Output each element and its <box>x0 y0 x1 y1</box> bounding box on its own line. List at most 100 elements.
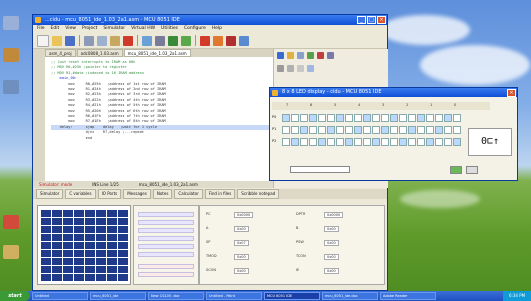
register-row[interactable] <box>138 272 194 277</box>
iram-cell[interactable] <box>96 266 106 273</box>
bit-toggle[interactable] <box>453 114 461 122</box>
code-line[interactable]: end <box>51 136 273 141</box>
register-row[interactable] <box>138 228 194 233</box>
bit-toggle[interactable] <box>327 126 335 134</box>
bit-toggle[interactable] <box>318 138 326 146</box>
bit-toggle[interactable] <box>381 114 389 122</box>
bit-toggle[interactable] <box>444 138 452 146</box>
menu-project[interactable]: Project <box>82 25 97 33</box>
led-window-title-bar[interactable]: 8 x 8 LED display - cidu - MCU 8051 IDE … <box>270 88 517 97</box>
bit-toggle[interactable] <box>435 126 443 134</box>
iram-cell[interactable] <box>96 218 106 225</box>
bit-toggle[interactable] <box>372 114 380 122</box>
iram-cell[interactable] <box>85 218 95 225</box>
bit-toggle[interactable] <box>426 126 434 134</box>
iram-cell[interactable] <box>41 226 51 233</box>
iram-cell[interactable] <box>96 250 106 257</box>
iram-cell[interactable] <box>118 242 128 249</box>
iram-cell[interactable] <box>41 274 51 281</box>
iram-cell[interactable] <box>96 234 106 241</box>
iram-cell[interactable] <box>74 242 84 249</box>
taskbar-button[interactable]: MCU 8051 IDE <box>264 292 320 300</box>
desktop-icon[interactable] <box>3 215 19 229</box>
bit-toggle[interactable] <box>327 114 335 122</box>
bit-toggle[interactable] <box>417 114 425 122</box>
register-row[interactable] <box>138 244 194 249</box>
save-icon[interactable] <box>65 35 75 46</box>
bit-toggle[interactable] <box>399 126 407 134</box>
bit-toggle[interactable] <box>390 126 398 134</box>
iram-cell[interactable] <box>52 234 62 241</box>
compile-icon[interactable] <box>123 35 133 46</box>
iram-cell[interactable] <box>52 218 62 225</box>
register-row[interactable] <box>138 236 194 241</box>
iram-cell[interactable] <box>63 210 73 217</box>
bit-toggle[interactable] <box>381 138 389 146</box>
register-row[interactable] <box>138 264 194 269</box>
bit-toggle[interactable] <box>426 138 434 146</box>
iram-cell[interactable] <box>41 250 51 257</box>
led-config-input[interactable] <box>290 166 350 173</box>
iram-cell[interactable] <box>118 218 128 225</box>
settings-icon[interactable] <box>239 35 249 46</box>
iram-cell[interactable] <box>74 218 84 225</box>
taskbar-button[interactable]: Untitled <box>32 292 88 300</box>
find-icon[interactable] <box>142 35 152 46</box>
taskbar-button[interactable]: Adobe Reader <box>380 292 436 300</box>
bit-toggle[interactable] <box>408 114 416 122</box>
bit-toggle[interactable] <box>291 114 299 122</box>
bit-toggle[interactable] <box>282 114 290 122</box>
tool-icon[interactable] <box>287 52 294 59</box>
iram-cell[interactable] <box>52 250 62 257</box>
bit-toggle[interactable] <box>345 138 353 146</box>
sfr-value[interactable]: 0x0000 <box>234 212 254 218</box>
bit-toggle[interactable] <box>309 138 317 146</box>
iram-cell[interactable] <box>74 274 84 281</box>
iram-cell[interactable] <box>63 266 73 273</box>
bit-toggle[interactable] <box>444 114 452 122</box>
tool-icon[interactable] <box>297 52 304 59</box>
tab-messages[interactable]: Messages <box>123 189 151 199</box>
iram-cell[interactable] <box>52 266 62 273</box>
iram-hex-grid[interactable] <box>37 205 131 285</box>
iram-cell[interactable] <box>85 242 95 249</box>
run-icon[interactable] <box>181 35 191 46</box>
bit-toggle[interactable] <box>300 114 308 122</box>
code-editor[interactable]: ;; Just reset interrupts to IRAM as 00h;… <box>45 57 273 181</box>
bit-toggle[interactable] <box>435 114 443 122</box>
breakpoint-icon[interactable] <box>226 35 236 46</box>
iram-cell[interactable] <box>118 250 128 257</box>
iram-cell[interactable] <box>74 210 84 217</box>
tool-icon[interactable] <box>277 52 284 59</box>
menu-edit[interactable]: Edit <box>51 25 60 33</box>
tool-icon[interactable] <box>307 52 314 59</box>
iram-cell[interactable] <box>96 274 106 281</box>
sfr-value[interactable]: 0x00 <box>234 268 249 274</box>
iram-cell[interactable] <box>52 242 62 249</box>
iram-cell[interactable] <box>41 242 51 249</box>
tab-find-in-files[interactable]: Find in files <box>204 189 236 199</box>
tool-icon[interactable] <box>307 65 314 72</box>
copy-icon[interactable] <box>97 35 107 46</box>
menu-virtual-hw[interactable]: Virtual HW <box>131 25 155 33</box>
iram-cell[interactable] <box>52 210 62 217</box>
iram-cell[interactable] <box>41 234 51 241</box>
taskbar-button[interactable]: mcu_8051_ide.doc <box>322 292 378 300</box>
tab-notes[interactable]: Notes <box>152 189 173 199</box>
iram-cell[interactable] <box>63 274 73 281</box>
sfr-value[interactable]: 0x00 <box>234 226 249 232</box>
step-icon[interactable] <box>168 35 178 46</box>
iram-cell[interactable] <box>107 250 117 257</box>
bit-toggle[interactable] <box>309 114 317 122</box>
iram-cell[interactable] <box>74 226 84 233</box>
iram-cell[interactable] <box>85 226 95 233</box>
taskbar-button[interactable]: New CS105 .doc <box>148 292 204 300</box>
bit-toggle[interactable] <box>399 138 407 146</box>
bit-toggle[interactable] <box>336 138 344 146</box>
tab-adc0808[interactable]: adc0808_1.03.asm <box>76 49 123 57</box>
ide-title-bar[interactable]: ...cidu - mcu_8051_ide_1.03_2a1.asm - MC… <box>33 15 387 25</box>
bit-toggle[interactable] <box>282 138 290 146</box>
led-cancel-button[interactable] <box>466 166 478 174</box>
register-row[interactable] <box>138 220 194 225</box>
bit-toggle[interactable] <box>426 114 434 122</box>
